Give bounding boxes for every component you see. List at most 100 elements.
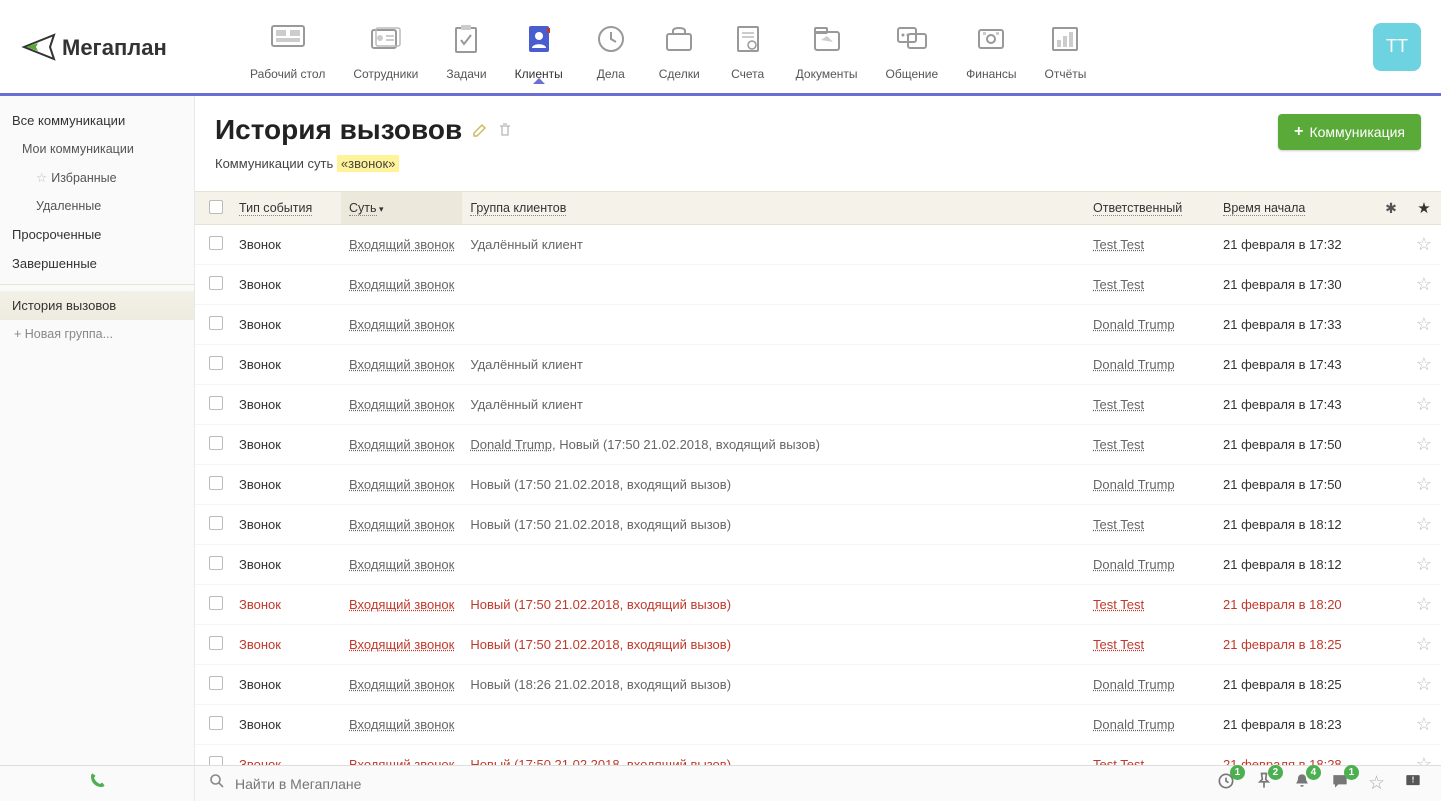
- row-star-icon[interactable]: ☆: [1416, 314, 1432, 334]
- nav-item-tasks[interactable]: Задачи: [446, 13, 486, 81]
- sidebar-item-2[interactable]: ☆ Избранные: [0, 163, 194, 192]
- cell-responsible-link[interactable]: Test Test: [1093, 597, 1144, 612]
- row-star-icon[interactable]: ☆: [1416, 354, 1432, 374]
- trash-icon[interactable]: [498, 122, 514, 138]
- nav-item-clients[interactable]: Клиенты: [515, 13, 563, 81]
- row-checkbox[interactable]: [209, 396, 223, 410]
- avatar[interactable]: TT: [1373, 23, 1421, 71]
- row-star-icon[interactable]: ☆: [1416, 594, 1432, 614]
- edit-icon[interactable]: [472, 122, 488, 138]
- footer-star-icon[interactable]: ☆: [1368, 772, 1385, 795]
- footer-activity-icon[interactable]: 1: [1216, 771, 1236, 796]
- table-row[interactable]: ЗвонокВходящий звонокDonald Trump21 февр…: [195, 705, 1441, 745]
- row-checkbox[interactable]: [209, 756, 223, 765]
- cell-sut-link[interactable]: Входящий звонок: [349, 757, 454, 765]
- row-star-icon[interactable]: ☆: [1416, 434, 1432, 454]
- nav-item-documents[interactable]: Документы: [796, 13, 858, 81]
- cell-sut-link[interactable]: Входящий звонок: [349, 317, 454, 332]
- footer-message-icon[interactable]: 1: [1330, 771, 1350, 796]
- cell-sut-link[interactable]: Входящий звонок: [349, 637, 454, 652]
- cell-responsible-link[interactable]: Donald Trump: [1093, 357, 1175, 372]
- row-star-icon[interactable]: ☆: [1416, 714, 1432, 734]
- row-star-icon[interactable]: ☆: [1416, 754, 1432, 765]
- logo[interactable]: Мегаплан: [20, 25, 190, 69]
- column-group[interactable]: Группа клиентов: [462, 192, 1085, 225]
- table-row[interactable]: ЗвонокВходящий звонокDonald Trump, Новый…: [195, 425, 1441, 465]
- row-checkbox[interactable]: [209, 316, 223, 330]
- cell-sut-link[interactable]: Входящий звонок: [349, 477, 454, 492]
- cell-sut-link[interactable]: Входящий звонок: [349, 397, 454, 412]
- nav-item-affairs[interactable]: Дела: [591, 13, 631, 81]
- table-row[interactable]: ЗвонокВходящий звонокНовый (18:26 21.02.…: [195, 665, 1441, 705]
- nav-item-finance[interactable]: Финансы: [966, 13, 1016, 81]
- star-header-icon[interactable]: ★: [1417, 200, 1430, 217]
- cell-sut-link[interactable]: Входящий звонок: [349, 557, 454, 572]
- table-row[interactable]: ЗвонокВходящий звонокНовый (17:50 21.02.…: [195, 625, 1441, 665]
- row-checkbox[interactable]: [209, 356, 223, 370]
- row-checkbox[interactable]: [209, 716, 223, 730]
- row-checkbox[interactable]: [209, 556, 223, 570]
- cell-responsible-link[interactable]: Test Test: [1093, 397, 1144, 412]
- table-row[interactable]: ЗвонокВходящий звонокTest Test21 февраля…: [195, 265, 1441, 305]
- cell-responsible-link[interactable]: Donald Trump: [1093, 677, 1175, 692]
- nav-item-staff[interactable]: Сотрудники: [353, 13, 418, 81]
- search-bar[interactable]: [195, 773, 1198, 794]
- row-checkbox[interactable]: [209, 596, 223, 610]
- table-row[interactable]: ЗвонокВходящий звонокНовый (17:50 21.02.…: [195, 465, 1441, 505]
- row-checkbox[interactable]: [209, 476, 223, 490]
- sidebar-item-4[interactable]: Просроченные: [0, 220, 194, 249]
- sidebar-item-3[interactable]: Удаленные: [0, 192, 194, 220]
- select-all-checkbox[interactable]: [209, 200, 223, 214]
- nav-item-desktop[interactable]: Рабочий стол: [250, 13, 325, 81]
- table-row[interactable]: ЗвонокВходящий звонокНовый (17:50 21.02.…: [195, 745, 1441, 766]
- row-star-icon[interactable]: ☆: [1416, 234, 1432, 254]
- cell-sut-link[interactable]: Входящий звонок: [349, 597, 454, 612]
- cell-responsible-link[interactable]: Donald Trump: [1093, 317, 1175, 332]
- row-checkbox[interactable]: [209, 676, 223, 690]
- row-checkbox[interactable]: [209, 436, 223, 450]
- nav-item-invoices[interactable]: Счета: [728, 13, 768, 81]
- row-star-icon[interactable]: ☆: [1416, 474, 1432, 494]
- cell-sut-link[interactable]: Входящий звонок: [349, 357, 454, 372]
- table-row[interactable]: ЗвонокВходящий звонокНовый (17:50 21.02.…: [195, 585, 1441, 625]
- cell-responsible-link[interactable]: Test Test: [1093, 757, 1144, 765]
- cell-sut-link[interactable]: Входящий звонок: [349, 277, 454, 292]
- row-star-icon[interactable]: ☆: [1416, 674, 1432, 694]
- footer-bell-icon[interactable]: 4: [1292, 771, 1312, 796]
- row-checkbox[interactable]: [209, 236, 223, 250]
- cell-responsible-link[interactable]: Donald Trump: [1093, 717, 1175, 732]
- row-star-icon[interactable]: ☆: [1416, 274, 1432, 294]
- row-checkbox[interactable]: [209, 636, 223, 650]
- nav-item-chat[interactable]: Общение: [886, 13, 939, 81]
- table-row[interactable]: ЗвонокВходящий звонокУдалённый клиентTes…: [195, 385, 1441, 425]
- cell-responsible-link[interactable]: Test Test: [1093, 277, 1144, 292]
- column-time[interactable]: Время начала: [1215, 192, 1375, 225]
- nav-item-deals[interactable]: Сделки: [659, 13, 700, 81]
- sidebar-item-5[interactable]: Завершенные: [0, 249, 194, 278]
- cell-responsible-link[interactable]: Donald Trump: [1093, 477, 1175, 492]
- sidebar-item-call-history[interactable]: История вызовов: [0, 291, 194, 320]
- footer-pin-icon[interactable]: 2: [1254, 771, 1274, 796]
- cell-sut-link[interactable]: Входящий звонок: [349, 237, 454, 252]
- cell-responsible-link[interactable]: Test Test: [1093, 517, 1144, 532]
- cell-sut-link[interactable]: Входящий звонок: [349, 517, 454, 532]
- cell-responsible-link[interactable]: Test Test: [1093, 237, 1144, 252]
- row-checkbox[interactable]: [209, 276, 223, 290]
- table-row[interactable]: ЗвонокВходящий звонокУдалённый клиентTes…: [195, 225, 1441, 265]
- footer-phone[interactable]: [0, 766, 195, 801]
- column-type[interactable]: Тип события: [231, 192, 341, 225]
- row-star-icon[interactable]: ☆: [1416, 514, 1432, 534]
- cell-sut-link[interactable]: Входящий звонок: [349, 437, 454, 452]
- table-row[interactable]: ЗвонокВходящий звонокDonald Trump21 февр…: [195, 545, 1441, 585]
- gear-icon[interactable]: ✱: [1385, 200, 1397, 216]
- sidebar-item-0[interactable]: Все коммуникации: [0, 106, 194, 135]
- table-row[interactable]: ЗвонокВходящий звонокDonald Trump21 февр…: [195, 305, 1441, 345]
- nav-item-reports[interactable]: Отчёты: [1045, 13, 1087, 81]
- cell-responsible-link[interactable]: Test Test: [1093, 637, 1144, 652]
- row-star-icon[interactable]: ☆: [1416, 394, 1432, 414]
- group-link[interactable]: Donald Trump: [470, 437, 552, 452]
- column-sut[interactable]: Суть: [341, 192, 462, 225]
- column-responsible[interactable]: Ответственный: [1085, 192, 1215, 225]
- add-communication-button[interactable]: + Коммуникация: [1278, 114, 1421, 150]
- cell-sut-link[interactable]: Входящий звонок: [349, 717, 454, 732]
